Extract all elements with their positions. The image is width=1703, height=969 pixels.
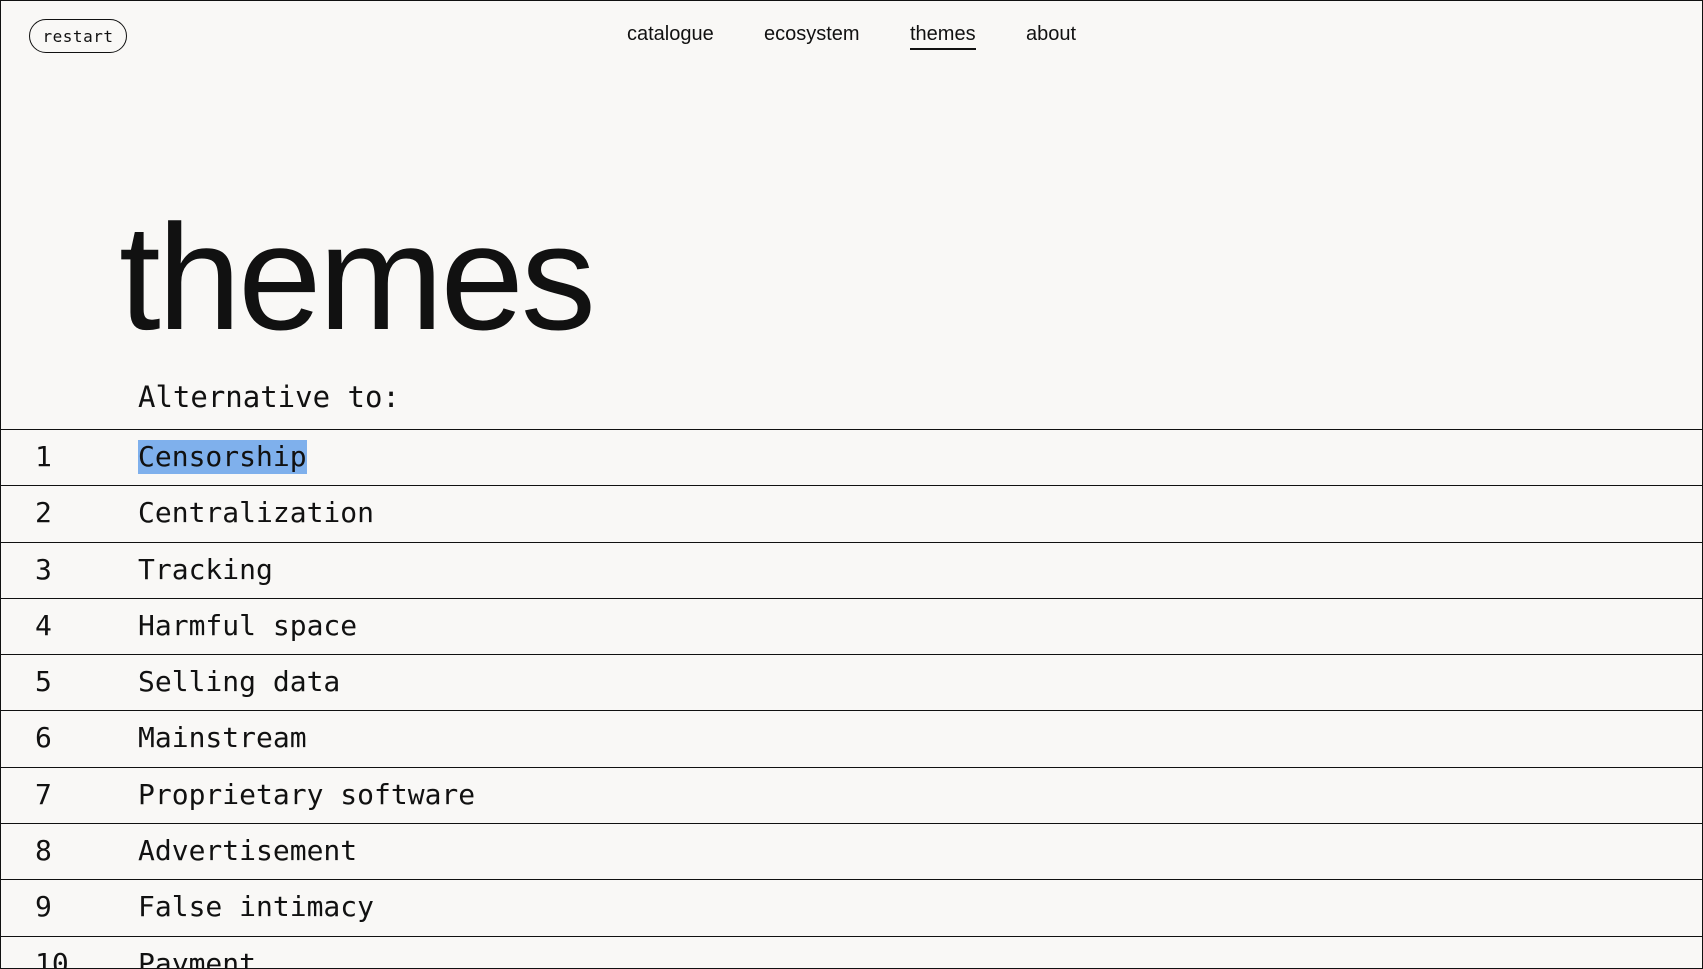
item-number: 5 (35, 665, 52, 699)
item-number: 4 (35, 608, 52, 642)
section-subtitle: Alternative to: (138, 380, 400, 414)
item-number: 2 (35, 496, 52, 530)
item-label: Harmful space (138, 608, 358, 642)
list-item[interactable]: 8 Advertisement (1, 824, 1702, 881)
item-label: Advertisement (138, 834, 358, 868)
item-label: Tracking (138, 552, 273, 586)
themes-list: 1 Censorship 2 Centralization 3 Tracking… (1, 429, 1702, 969)
nav-about[interactable]: about (1026, 21, 1076, 47)
item-number: 7 (35, 777, 52, 811)
main-nav: catalogue ecosystem themes about (1, 21, 1702, 51)
item-number: 1 (35, 440, 52, 473)
list-item[interactable]: 7 Proprietary software (1, 768, 1702, 825)
item-label: Centralization (138, 496, 375, 530)
item-number: 10 (35, 946, 69, 969)
list-item[interactable]: 9 False intimacy (1, 880, 1702, 937)
item-number: 8 (35, 834, 52, 868)
item-label: False intimacy (138, 890, 375, 924)
item-label: Censorship (138, 440, 307, 474)
item-number: 6 (35, 721, 52, 755)
list-item[interactable]: 2 Centralization (1, 486, 1702, 543)
list-item[interactable]: 3 Tracking (1, 543, 1702, 599)
list-item[interactable]: 4 Harmful space (1, 599, 1702, 656)
list-item[interactable]: 5 Selling data (1, 655, 1702, 712)
list-item[interactable]: 1 Censorship (1, 430, 1702, 487)
list-item[interactable]: 6 Mainstream (1, 711, 1702, 768)
nav-ecosystem[interactable]: ecosystem (764, 21, 860, 47)
item-label: Proprietary software (138, 777, 476, 811)
nav-themes[interactable]: themes (910, 21, 976, 50)
list-item[interactable]: 10 Payment (1, 937, 1702, 969)
page-title: themes (119, 193, 596, 361)
page-frame: restart catalogue ecosystem themes about… (0, 0, 1703, 969)
item-number: 9 (35, 890, 52, 924)
item-label: Payment (138, 946, 257, 969)
item-label: Selling data (138, 665, 341, 699)
item-number: 3 (35, 552, 52, 586)
item-label: Mainstream (138, 721, 307, 755)
nav-catalogue[interactable]: catalogue (627, 21, 714, 47)
